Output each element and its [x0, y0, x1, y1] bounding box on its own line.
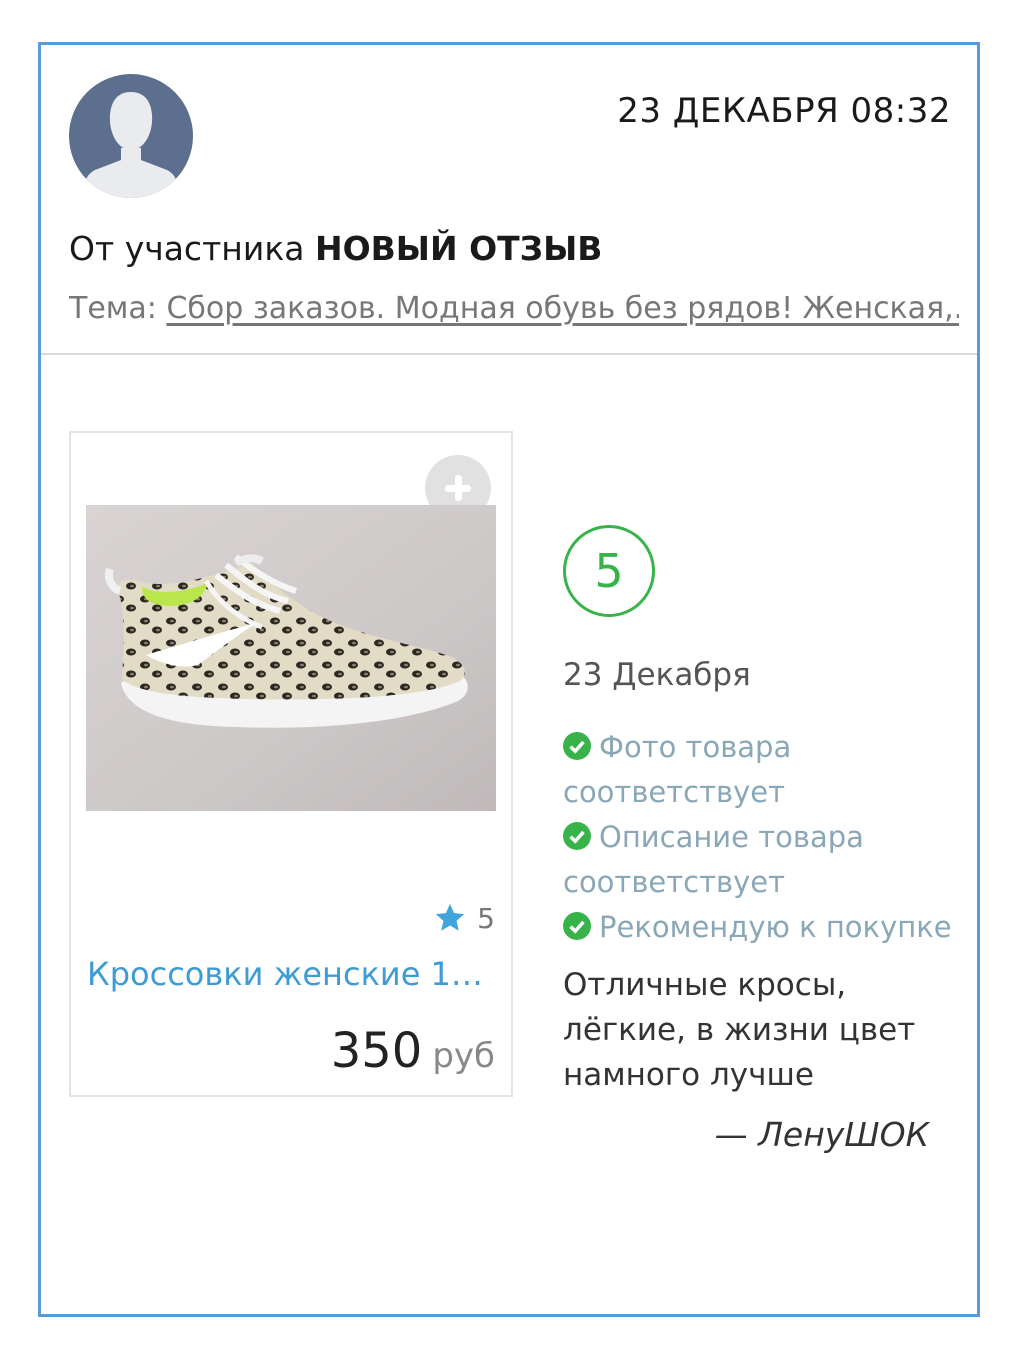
notification-datetime: 23 ДЕКАБРЯ 08:32 — [617, 91, 951, 131]
price-currency: руб — [432, 1036, 495, 1076]
check-circle-icon — [563, 822, 591, 850]
theme-label: Тема: — [69, 291, 157, 326]
review-notification-card: 23 ДЕКАБРЯ 08:32 От участника НОВЫЙ ОТЗЫ… — [38, 42, 980, 1317]
product-card[interactable]: 5 Кроссовки женские 1-... 350 руб — [69, 431, 513, 1097]
product-price: 350 руб — [331, 1023, 495, 1079]
product-title-link[interactable]: Кроссовки женские 1-... — [87, 955, 487, 993]
review-text: Отличные кросы, лёгкие, в жизни цвет нам… — [563, 967, 916, 1093]
theme-link[interactable]: Сбор заказов. Модная обувь без рядов! Же… — [166, 291, 959, 326]
review-checks: Фото товара соответствует Описание товар… — [563, 725, 963, 950]
avatar[interactable] — [69, 74, 193, 198]
check-description: Описание товара соответствует — [563, 815, 963, 905]
user-silhouette-icon — [69, 74, 193, 198]
review-author[interactable]: — ЛенуШОК — [715, 1115, 929, 1154]
check-description-label: Описание товара соответствует — [563, 820, 864, 899]
star-icon — [436, 903, 465, 931]
from-prefix: От участника — [69, 229, 305, 268]
theme-line: Тема: Сбор заказов. Модная обувь без ряд… — [69, 291, 959, 326]
check-circle-icon — [563, 732, 591, 760]
check-circle-icon — [563, 912, 591, 940]
product-rating: 5 — [433, 901, 495, 935]
check-recommend-label: Рекомендую к покупке — [599, 910, 952, 944]
from-title: НОВЫЙ ОТЗЫВ — [314, 229, 603, 268]
divider — [41, 353, 977, 355]
product-photo[interactable] — [86, 505, 496, 811]
check-photo: Фото товара соответствует — [563, 725, 963, 815]
review-date: 23 Декабря — [563, 657, 751, 693]
check-recommend: Рекомендую к покупке — [563, 905, 963, 950]
product-rating-value: 5 — [477, 901, 495, 935]
review-score: 5 — [563, 525, 655, 617]
from-line: От участника НОВЫЙ ОТЗЫВ — [69, 229, 602, 268]
check-photo-label: Фото товара соответствует — [563, 730, 792, 809]
price-value: 350 — [330, 1023, 423, 1079]
